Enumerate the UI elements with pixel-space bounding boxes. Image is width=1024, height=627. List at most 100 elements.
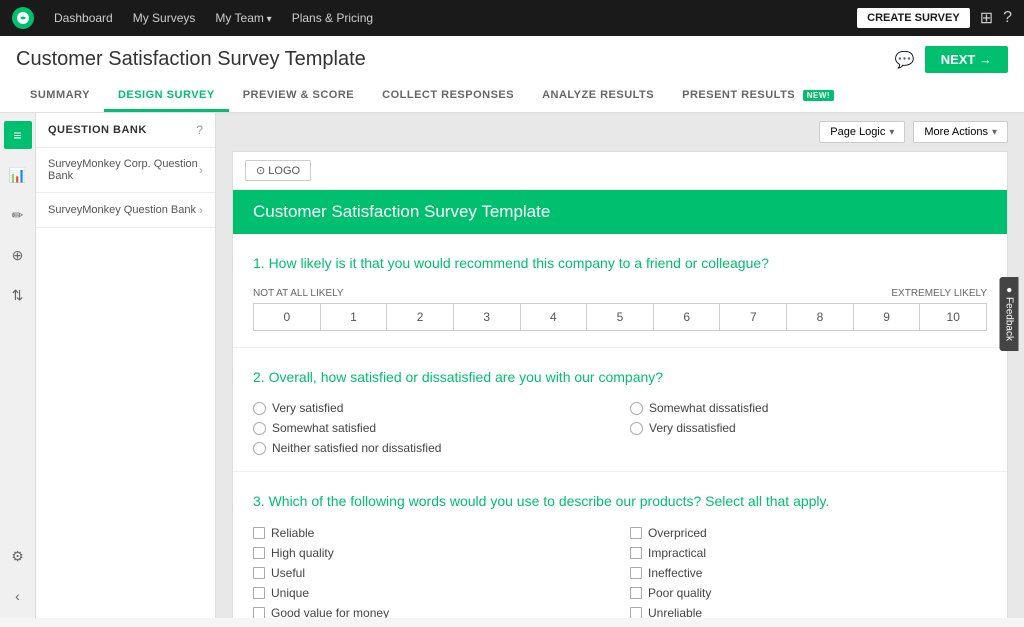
checkbox-square [630,607,642,618]
question-3-block: 3. Which of the following words would yo… [233,472,1007,618]
survey-title-bar: Customer Satisfaction Survey Template [233,190,1007,234]
nps-cell-9[interactable]: 9 [854,304,921,330]
qb-item-arrow: › [199,163,203,177]
sidebar-icon-edit[interactable]: ✏ [4,201,32,229]
feedback-tab[interactable]: ● Feedback [1000,277,1019,351]
question-3-text: 3. Which of the following words would yo… [253,492,987,512]
cb-poor-quality[interactable]: Poor quality [630,586,987,600]
question-bank-panel: QUESTION BANK ? SurveyMonkey Corp. Quest… [36,113,216,618]
cb-unreliable[interactable]: Unreliable [630,606,987,618]
question-1-text: 1. How likely is it that you would recom… [253,254,987,274]
nav-left: Dashboard My Surveys My Team Plans & Pri… [12,7,373,29]
sidebar-icon-collapse[interactable]: ‹ [4,582,32,610]
radio-circle [253,402,266,415]
question-bank-help-icon[interactable]: ? [196,123,203,137]
cb-reliable[interactable]: Reliable [253,526,610,540]
checkbox-grid-q3: Reliable Overpriced High quality Impract… [253,526,987,618]
cb-high-quality[interactable]: High quality [253,546,610,560]
cb-unique[interactable]: Unique [253,586,610,600]
checkbox-square [253,607,265,618]
cb-useful[interactable]: Useful [253,566,610,580]
nps-cell-7[interactable]: 7 [720,304,787,330]
tab-analyze-results[interactable]: ANALYZE RESULTS [528,81,668,112]
page-title: Customer Satisfaction Survey Template [16,48,366,71]
nav-my-team[interactable]: My Team [215,11,271,25]
nav-plans[interactable]: Plans & Pricing [292,11,373,25]
qb-item-corp[interactable]: SurveyMonkey Corp. Question Bank › [36,148,215,193]
nav-dashboard[interactable]: Dashboard [54,11,113,25]
nps-cell-10[interactable]: 10 [920,304,986,330]
question-bank-header: QUESTION BANK ? [36,113,215,148]
nps-cells: 0 1 2 3 4 5 6 7 8 9 10 [253,303,987,331]
tab-preview-score[interactable]: PREVIEW & SCORE [229,81,368,112]
nps-cell-0[interactable]: 0 [254,304,321,330]
feedback-icon: ● [1004,287,1015,293]
nps-cell-6[interactable]: 6 [654,304,721,330]
nps-label-left: NOT AT ALL LIKELY [253,288,344,299]
checkbox-square [253,527,265,539]
nps-cell-2[interactable]: 2 [387,304,454,330]
brand-icon [12,7,34,29]
top-navigation: Dashboard My Surveys My Team Plans & Pri… [0,0,1024,36]
sidebar-icon-add[interactable]: ⊕ [4,241,32,269]
page-header: Customer Satisfaction Survey Template 💬 … [0,36,1024,113]
radio-grid-q2: Very satisfied Somewhat dissatisfied Som… [253,401,987,455]
checkbox-square [253,567,265,579]
nav-right: CREATE SURVEY ⊞ ? [857,8,1012,28]
radio-option-neither[interactable]: Neither satisfied nor dissatisfied [253,441,987,455]
cb-overpriced[interactable]: Overpriced [630,526,987,540]
help-icon[interactable]: ? [1003,9,1012,27]
question-2-block: 2. Overall, how satisfied or dissatisfie… [233,348,1007,473]
radio-circle [253,422,266,435]
tab-bar: SUMMARY DESIGN SURVEY PREVIEW & SCORE CO… [16,81,1008,112]
tab-design-survey[interactable]: DESIGN SURVEY [104,81,229,112]
logo-button[interactable]: ⊙ LOGO [245,160,311,181]
nps-cell-8[interactable]: 8 [787,304,854,330]
cb-good-value[interactable]: Good value for money [253,606,610,618]
page-logic-button[interactable]: Page Logic [819,121,905,143]
qb-item-general[interactable]: SurveyMonkey Question Bank › [36,193,215,228]
nps-cell-3[interactable]: 3 [454,304,521,330]
checkbox-square [253,547,265,559]
radio-circle [630,402,643,415]
grid-icon[interactable]: ⊞ [980,8,993,28]
radio-circle [630,422,643,435]
survey-title: Customer Satisfaction Survey Template [253,202,550,221]
radio-option-somewhat-dissatisfied[interactable]: Somewhat dissatisfied [630,401,987,415]
canvas-toolbar: Page Logic More Actions [216,113,1024,151]
create-survey-button[interactable]: CREATE SURVEY [857,8,970,28]
survey-canvas-area: Page Logic More Actions ⊙ LOGO Customer … [216,113,1024,618]
nps-cell-5[interactable]: 5 [587,304,654,330]
main-layout: ≡ 📊 ✏ ⊕ ⇅ ⚙ ‹ QUESTION BANK ? SurveyMonk… [0,113,1024,618]
checkbox-square [630,547,642,559]
tab-summary[interactable]: SUMMARY [16,81,104,112]
survey-card: ⊙ LOGO Customer Satisfaction Survey Temp… [232,151,1008,618]
radio-option-somewhat-satisfied[interactable]: Somewhat satisfied [253,421,610,435]
tab-present-results[interactable]: PRESENT RESULTS NEW! [668,81,848,112]
nps-label-right: EXTREMELY LIKELY [891,288,987,299]
question-1-block: 1. How likely is it that you would recom… [233,234,1007,348]
sidebar-icon-settings[interactable]: ⚙ [4,542,32,570]
nps-cell-4[interactable]: 4 [521,304,588,330]
sidebar-bottom: ⚙ ‹ [4,542,32,618]
checkbox-square [630,587,642,599]
next-button[interactable]: NEXT → [925,46,1008,73]
checkbox-square [630,567,642,579]
radio-option-very-dissatisfied[interactable]: Very dissatisfied [630,421,987,435]
more-actions-button[interactable]: More Actions [913,121,1008,143]
new-badge: NEW! [803,90,834,101]
radio-option-very-satisfied[interactable]: Very satisfied [253,401,610,415]
comment-icon[interactable]: 💬 [895,50,915,70]
nav-my-surveys[interactable]: My Surveys [133,11,196,25]
sidebar-icon-questions[interactable]: ≡ [4,121,32,149]
question-2-text: 2. Overall, how satisfied or dissatisfie… [253,368,987,388]
tab-collect-responses[interactable]: COLLECT RESPONSES [368,81,528,112]
nps-cell-1[interactable]: 1 [321,304,388,330]
logo[interactable] [12,7,34,29]
sidebar-icon-analytics[interactable]: 📊 [4,161,32,189]
sidebar-icons: ≡ 📊 ✏ ⊕ ⇅ ⚙ ‹ [0,113,36,618]
qb-item-arrow-2: › [199,203,203,217]
cb-ineffective[interactable]: Ineffective [630,566,987,580]
cb-impractical[interactable]: Impractical [630,546,987,560]
sidebar-icon-reorder[interactable]: ⇅ [4,281,32,309]
